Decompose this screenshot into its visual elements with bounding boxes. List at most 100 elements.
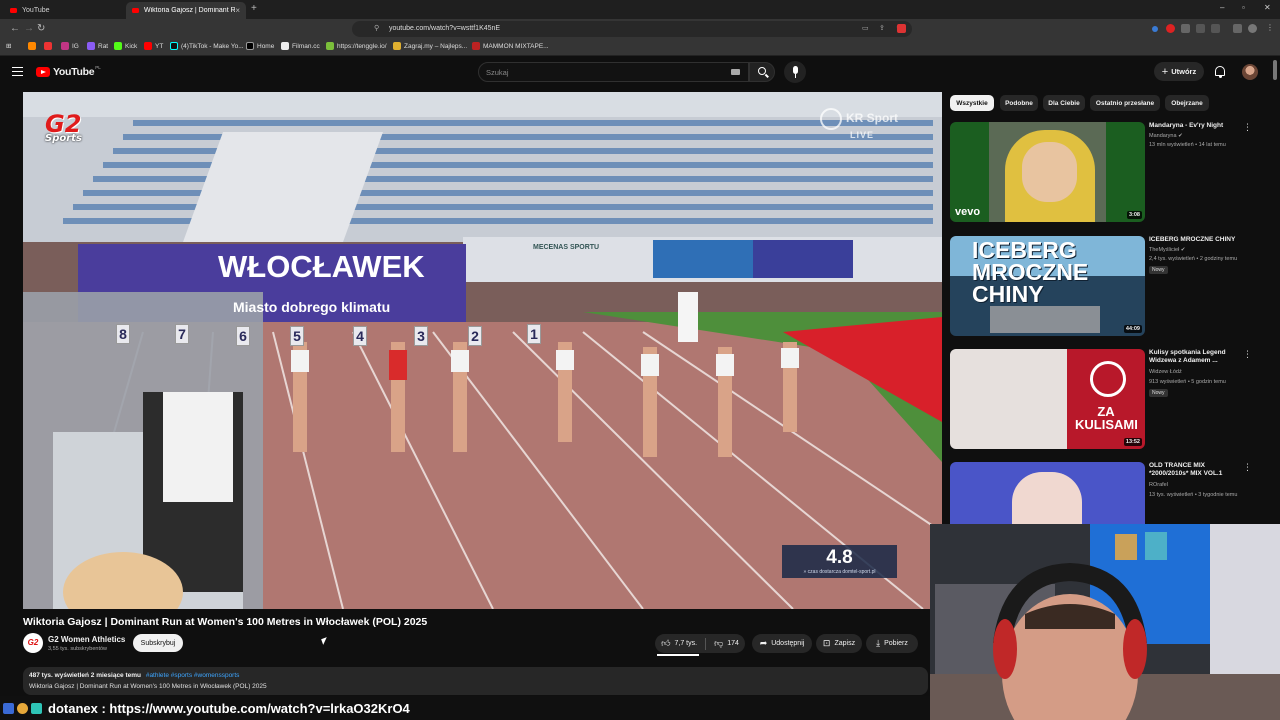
bookmark-home[interactable]: Home bbox=[246, 42, 274, 50]
mouse-cursor-icon bbox=[321, 637, 329, 645]
account-avatar[interactable] bbox=[1242, 64, 1258, 80]
page-scrollbar[interactable] bbox=[1273, 60, 1277, 80]
video-thumbnail[interactable]: ZA KULISAMI 13:52 bbox=[950, 349, 1145, 449]
omnibox[interactable]: ⚲ youtube.com/watch?v=wsttf1K45nE ▭ ⇪ ☆ bbox=[352, 21, 912, 37]
thumbnail-headline: ZA KULISAMI bbox=[1075, 404, 1138, 432]
maximize-icon[interactable]: ▫ bbox=[1242, 3, 1245, 12]
video-thumbnail[interactable]: vevo 3:08 bbox=[950, 122, 1145, 222]
media-icon[interactable] bbox=[1233, 24, 1242, 33]
bookmark-ig[interactable]: IG bbox=[61, 42, 79, 50]
extension-icon[interactable] bbox=[897, 24, 906, 33]
dislike-count[interactable]: 174 bbox=[727, 640, 739, 647]
extension-icon[interactable] bbox=[1152, 26, 1158, 32]
thumbnail-headline: ICEBERG MROCZNE CHINY bbox=[972, 237, 1089, 307]
save-button[interactable]: ⊡ Zapisz bbox=[816, 634, 862, 653]
address-bar-row: ← → ↻ ▯ ⚲ youtube.com/watch?v=wsttf1K45n… bbox=[0, 19, 1280, 39]
youtube-logo[interactable]: YouTube PL bbox=[36, 65, 101, 78]
video-player[interactable]: G2 Sports KR Sport LIVE WŁOCŁAWEK Miasto… bbox=[23, 92, 942, 609]
share-button[interactable]: ➦ Udostępnij bbox=[752, 634, 812, 653]
cast-icon[interactable]: ▭ bbox=[862, 24, 869, 32]
bookmark-yt[interactable]: YT bbox=[144, 42, 163, 50]
chip-watched[interactable]: Obejrzane bbox=[1165, 95, 1209, 111]
notifications-bell-icon[interactable] bbox=[1215, 66, 1225, 78]
hamburger-menu-icon[interactable] bbox=[12, 67, 23, 76]
forward-icon[interactable]: → bbox=[24, 23, 34, 34]
chip-recent[interactable]: Ostatnio przesłane bbox=[1090, 95, 1160, 111]
thumbs-up-icon[interactable]: 👍︎ bbox=[661, 638, 670, 649]
recommendation-meta: 913 wyświetleń • 5 godzin temu bbox=[1149, 379, 1226, 385]
browser-tab-video[interactable]: Wiktoria Gajosz | Dominant R × bbox=[126, 2, 246, 19]
bookmark-tiktok[interactable]: (4)TikTok - Make Yo... bbox=[170, 42, 244, 50]
bookmark-tenggle[interactable]: https://tenggle.io/ bbox=[326, 42, 387, 50]
banner-city: WŁOCŁAWEK bbox=[218, 249, 425, 284]
url-text[interactable]: youtube.com/watch?v=wsttf1K45nE bbox=[389, 25, 500, 32]
recommendation-title[interactable]: Mandaryna - Ev'ry Night bbox=[1149, 122, 1241, 130]
hashtags[interactable]: #athlete #sports #womenssports bbox=[146, 672, 240, 679]
recommendation-item[interactable]: ZA KULISAMI 13:52 Kulisy spotkania Legen… bbox=[950, 349, 1255, 457]
download-button[interactable]: ⤓ Pobierz bbox=[866, 634, 918, 653]
sidebar-icon[interactable] bbox=[1211, 24, 1220, 33]
recommendation-channel[interactable]: ROrafel bbox=[1149, 482, 1168, 488]
back-icon[interactable]: ← bbox=[10, 23, 20, 34]
subscribe-button[interactable]: Subskrybuj bbox=[133, 634, 183, 652]
recommendation-channel[interactable]: Mandaryna ✔ bbox=[1149, 133, 1183, 139]
chip-similar[interactable]: Podobne bbox=[1000, 95, 1038, 111]
chip-for-you[interactable]: Dla Ciebie bbox=[1043, 95, 1085, 111]
recommendation-item[interactable]: vevo 3:08 Mandaryna - Ev'ry Night Mandar… bbox=[950, 122, 1255, 230]
browser-menu-icon[interactable]: ⋮ bbox=[1266, 23, 1274, 32]
new-tab-button[interactable]: + bbox=[251, 3, 257, 14]
more-options-icon[interactable]: ⋮ bbox=[1243, 122, 1252, 133]
like-count[interactable]: 7,7 tys. bbox=[675, 640, 698, 647]
more-options-icon[interactable]: ⋮ bbox=[1243, 462, 1252, 473]
search-input[interactable]: Szukaj bbox=[478, 62, 749, 82]
share-arrow-icon: ➦ bbox=[759, 638, 768, 648]
description-box[interactable]: 487 tys. wyświetleń 2 miesiące temu #ath… bbox=[23, 667, 928, 695]
recommendation-meta: 13 tys. wyświetleń • 3 tygodnie temu bbox=[1149, 492, 1238, 498]
thumbs-down-icon[interactable]: 👎︎ bbox=[714, 638, 723, 649]
recommendation-channel[interactable]: Widzew Łódź bbox=[1149, 369, 1182, 375]
streamer-webcam bbox=[930, 524, 1280, 720]
like-active-indicator bbox=[657, 654, 699, 656]
bookmark-folder[interactable] bbox=[28, 42, 39, 50]
bookmark-mammon[interactable]: MAMMON MIXTAPE... bbox=[472, 42, 549, 50]
record-extension-icon[interactable] bbox=[1166, 24, 1175, 33]
close-tab-icon[interactable]: × bbox=[235, 6, 240, 15]
apps-icon[interactable]: ⊞ bbox=[6, 42, 11, 50]
voice-search-button[interactable] bbox=[784, 61, 806, 83]
webcam-frame bbox=[930, 524, 1280, 720]
bookmark-kick[interactable]: Kick bbox=[114, 42, 137, 50]
browser-tab-youtube[interactable]: YouTube bbox=[4, 2, 124, 19]
bookmark-icon[interactable] bbox=[44, 42, 55, 50]
share-page-icon[interactable]: ⇪ bbox=[879, 24, 885, 32]
more-options-icon[interactable]: ⋮ bbox=[1243, 349, 1252, 360]
recommendation-item[interactable]: OLD TRANCE MIX *2000/2010s* MIX VOL.1 RO… bbox=[950, 462, 1255, 524]
video-thumbnail[interactable]: ICEBERG MROCZNE CHINY 44:09 bbox=[950, 236, 1145, 336]
minimize-icon[interactable]: – bbox=[1220, 3, 1224, 12]
bookmark-zagraj[interactable]: Zagraj.my – Najleps... bbox=[393, 42, 467, 50]
recommendation-title[interactable]: OLD TRANCE MIX *2000/2010s* MIX VOL.1 bbox=[1149, 462, 1241, 478]
search-button[interactable] bbox=[749, 62, 775, 82]
extension-icon[interactable] bbox=[1181, 24, 1190, 33]
widzew-crest-icon bbox=[1090, 361, 1126, 397]
close-window-icon[interactable]: ✕ bbox=[1264, 3, 1271, 12]
puzzle-icon[interactable] bbox=[1196, 24, 1205, 33]
recommendation-item[interactable]: ICEBERG MROCZNE CHINY 44:09 ICEBERG MROC… bbox=[950, 236, 1255, 344]
new-badge: Nowy bbox=[1149, 266, 1168, 274]
chip-all[interactable]: Wszystkie bbox=[950, 95, 994, 111]
create-button[interactable]: + Utwórz bbox=[1154, 62, 1204, 81]
profile-icon[interactable] bbox=[1248, 24, 1257, 33]
video-thumbnail[interactable] bbox=[950, 462, 1145, 524]
keyboard-icon[interactable] bbox=[731, 69, 740, 75]
reload-icon[interactable]: ↻ bbox=[37, 23, 45, 34]
channel-name[interactable]: G2 Women Athletics bbox=[48, 635, 125, 644]
recommendation-channel[interactable]: TheMyślicieł ✔ bbox=[1149, 247, 1185, 253]
recommendation-title[interactable]: Kulisy spotkania Legend Widzewa z Adamem… bbox=[1149, 349, 1241, 365]
bookmark-rat[interactable]: Rat bbox=[87, 42, 108, 50]
recommendation-title[interactable]: ICEBERG MROCZNE CHINY bbox=[1149, 236, 1241, 244]
chat-overlay: dotanex : https://www.youtube.com/watch?… bbox=[0, 696, 930, 720]
vevo-logo: vevo bbox=[955, 206, 981, 218]
channel-avatar[interactable]: G2 bbox=[23, 633, 43, 653]
site-info-icon[interactable]: ⚲ bbox=[374, 24, 379, 32]
bookmark-filman[interactable]: Filman.cc bbox=[281, 42, 320, 50]
video-frame bbox=[23, 92, 942, 609]
